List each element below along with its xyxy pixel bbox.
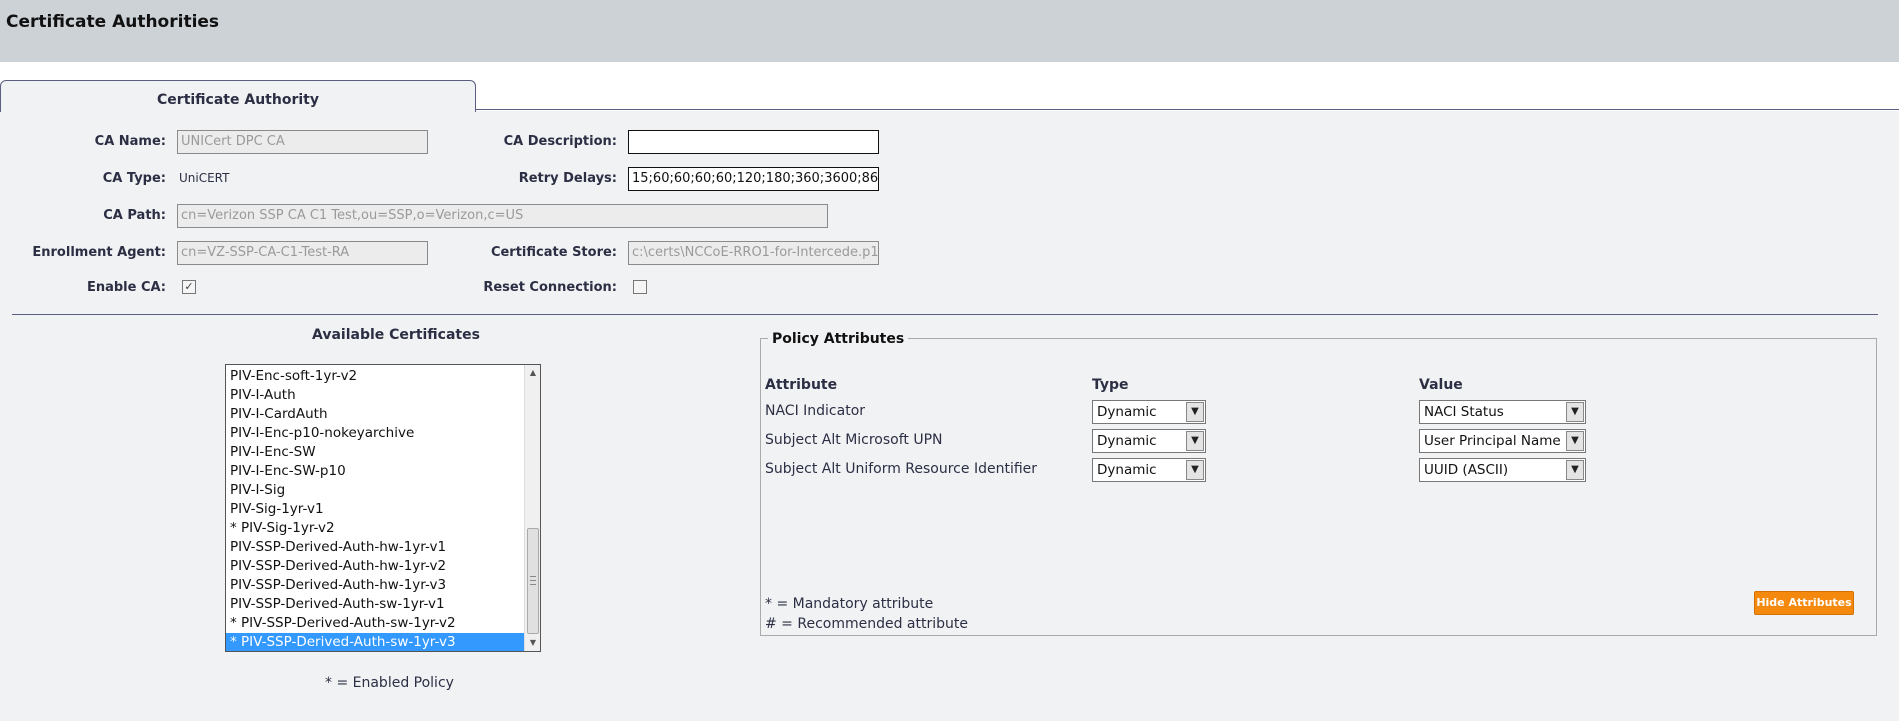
type-select[interactable]: Dynamic ▼ <box>1092 458 1206 482</box>
type-select-value: Dynamic <box>1097 462 1157 478</box>
value-select[interactable]: NACI Status ▼ <box>1419 400 1586 424</box>
list-item[interactable]: PIV-SSP-Derived-Auth-hw-1yr-v2 <box>226 557 524 576</box>
list-item[interactable]: PIV-I-Enc-SW-p10 <box>226 462 524 481</box>
hide-attributes-button[interactable]: Hide Attributes <box>1754 591 1854 615</box>
list-item[interactable]: PIV-I-CardAuth <box>226 405 524 424</box>
tab-label: Certificate Authority <box>157 92 319 108</box>
chevron-down-icon[interactable]: ▼ <box>1186 460 1204 480</box>
chevron-down-icon[interactable]: ▼ <box>1566 402 1584 422</box>
attribute-column-header: Attribute <box>765 377 838 393</box>
enable-ca-label: Enable CA: <box>86 280 166 295</box>
ca-description-label: CA Description: <box>503 134 617 149</box>
value-select-value: NACI Status <box>1424 404 1504 420</box>
type-column-header: Type <box>1092 377 1129 393</box>
list-item[interactable]: PIV-Sig-1yr-v1 <box>226 500 524 519</box>
ca-name-input[interactable]: UNICert DPC CA <box>177 130 428 154</box>
list-item[interactable]: PIV-I-Auth <box>226 386 524 405</box>
list-scrollbar[interactable]: ▲ ▼ <box>524 365 540 651</box>
available-certificates-title: Available Certificates <box>312 327 480 343</box>
type-select-value: Dynamic <box>1097 433 1157 449</box>
value-select-value: UUID (ASCII) <box>1424 462 1509 478</box>
ca-name-label: CA Name: <box>94 134 166 149</box>
enable-ca-checkbox[interactable]: ✓ <box>182 280 196 294</box>
list-item[interactable]: * PIV-SSP-Derived-Auth-sw-1yr-v2 <box>226 614 524 633</box>
list-item[interactable]: * PIV-Sig-1yr-v2 <box>226 519 524 538</box>
enrollment-agent-input[interactable]: cn=VZ-SSP-CA-C1-Test-RA <box>177 241 428 265</box>
tab-underline <box>474 109 1899 110</box>
scroll-down-icon[interactable]: ▼ <box>525 635 540 651</box>
policy-attributes-panel <box>760 338 1877 636</box>
policy-attributes-title: Policy Attributes <box>768 331 909 347</box>
reset-connection-label: Reset Connection: <box>483 280 617 295</box>
chevron-down-icon[interactable]: ▼ <box>1566 431 1584 451</box>
ca-type-label: CA Type: <box>102 171 166 186</box>
scroll-up-icon[interactable]: ▲ <box>525 365 540 381</box>
list-item[interactable]: PIV-SSP-Derived-Auth-hw-1yr-v3 <box>226 576 524 595</box>
enrollment-agent-label: Enrollment Agent: <box>32 245 166 260</box>
certificate-store-input[interactable]: c:\certs\NCCoE-RRO1-for-Intercede.p1 <box>628 241 879 265</box>
ca-path-input[interactable]: cn=Verizon SSP CA C1 Test,ou=SSP,o=Veriz… <box>177 204 828 228</box>
ca-type-value: UniCERT <box>179 171 230 185</box>
section-divider <box>12 314 1878 315</box>
type-select[interactable]: Dynamic ▼ <box>1092 429 1206 453</box>
page-header: Certificate Authorities <box>0 0 1899 62</box>
chevron-down-icon[interactable]: ▼ <box>1566 460 1584 480</box>
retry-delays-label: Retry Delays: <box>518 171 617 186</box>
tab-certificate-authority[interactable]: Certificate Authority <box>0 80 476 112</box>
value-select-value: User Principal Name <box>1424 433 1561 449</box>
ca-path-label: CA Path: <box>103 208 166 223</box>
certificate-store-label: Certificate Store: <box>490 245 617 260</box>
list-item-selected[interactable]: * PIV-SSP-Derived-Auth-sw-1yr-v3 <box>226 633 524 651</box>
attribute-name: Subject Alt Microsoft UPN <box>765 432 943 448</box>
reset-connection-checkbox[interactable] <box>633 280 647 294</box>
mandatory-attribute-note: * = Mandatory attribute <box>765 596 934 612</box>
retry-delays-input[interactable]: 15;60;60;60;60;120;180;360;3600;8640 <box>628 167 879 191</box>
attribute-name: NACI Indicator <box>765 403 866 419</box>
recommended-attribute-note: # = Recommended attribute <box>765 616 968 632</box>
list-item[interactable]: PIV-I-Enc-p10-nokeyarchive <box>226 424 524 443</box>
type-select[interactable]: Dynamic ▼ <box>1092 400 1206 424</box>
value-column-header: Value <box>1419 377 1463 393</box>
list-item[interactable]: PIV-SSP-Derived-Auth-hw-1yr-v1 <box>226 538 524 557</box>
type-select-value: Dynamic <box>1097 404 1157 420</box>
ca-description-input[interactable] <box>628 130 879 154</box>
scroll-thumb[interactable] <box>527 528 539 634</box>
value-select[interactable]: UUID (ASCII) ▼ <box>1419 458 1586 482</box>
chevron-down-icon[interactable]: ▼ <box>1186 431 1204 451</box>
attribute-name: Subject Alt Uniform Resource Identifier <box>765 461 1038 477</box>
list-item[interactable]: PIV-I-Sig <box>226 481 524 500</box>
page-title: Certificate Authorities <box>6 12 220 32</box>
available-certificates-list[interactable]: PIV-Enc-soft-1yr-v2 PIV-I-Auth PIV-I-Car… <box>225 364 541 652</box>
list-item[interactable]: PIV-I-Enc-SW <box>226 443 524 462</box>
enabled-policy-note: * = Enabled Policy <box>325 675 454 691</box>
chevron-down-icon[interactable]: ▼ <box>1186 402 1204 422</box>
list-item[interactable]: PIV-SSP-Derived-Auth-sw-1yr-v1 <box>226 595 524 614</box>
value-select[interactable]: User Principal Name ▼ <box>1419 429 1586 453</box>
list-item[interactable]: PIV-Enc-soft-1yr-v2 <box>226 367 524 386</box>
